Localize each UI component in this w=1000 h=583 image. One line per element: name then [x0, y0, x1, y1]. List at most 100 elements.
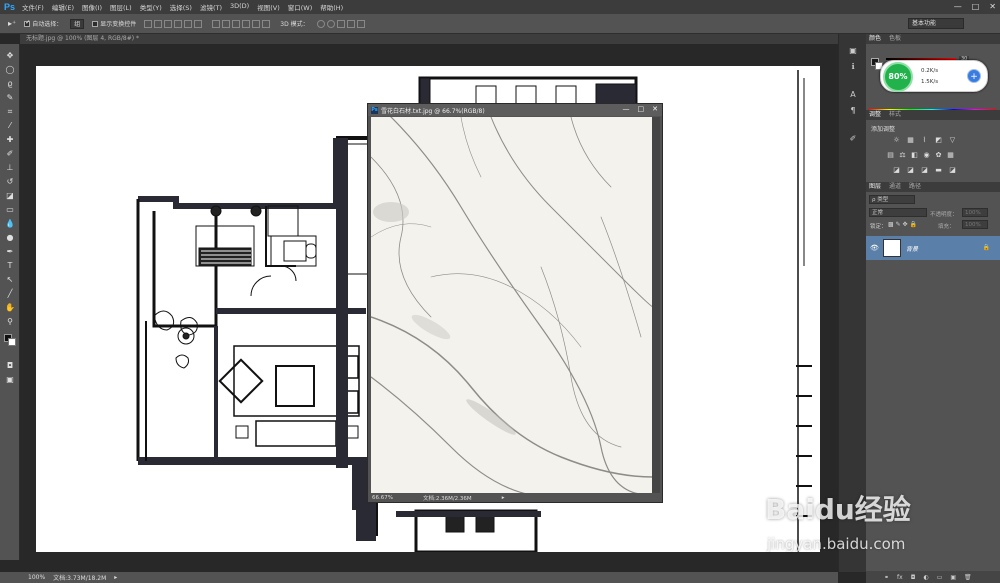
distribute-icon[interactable] [212, 19, 221, 28]
menu-window[interactable]: 窗口(W) [288, 2, 313, 12]
history-icon[interactable]: ▣ [847, 46, 859, 57]
distribute-icon[interactable] [262, 19, 271, 28]
character-icon[interactable]: A [847, 90, 859, 101]
line-tool-icon[interactable]: ╱ [4, 288, 16, 299]
quick-select-tool-icon[interactable]: ✎ [4, 92, 16, 103]
adjustment-layer-icon[interactable]: ◐ [923, 574, 928, 581]
eye-icon[interactable]: 👁 [870, 244, 879, 252]
paragraph-icon[interactable]: ¶ [847, 106, 859, 117]
threshold-icon[interactable]: ◪ [920, 166, 929, 174]
opacity-input[interactable]: 100% [962, 208, 988, 217]
eraser-tool-icon[interactable]: ◪ [4, 190, 16, 201]
play-arrow-icon[interactable]: ▸ [502, 495, 505, 501]
close-button[interactable]: ✕ [989, 2, 996, 11]
pen-tool-icon[interactable]: ✒ [4, 246, 16, 257]
menu-layer[interactable]: 图层(L) [110, 2, 132, 12]
lookup-icon[interactable]: ▦ [946, 151, 955, 159]
levels-icon[interactable]: ▦ [906, 136, 915, 144]
lasso-tool-icon[interactable]: ϱ [4, 78, 16, 89]
menu-file[interactable]: 文件(F) [22, 2, 44, 12]
vibrance-icon[interactable]: ▽ [948, 136, 957, 144]
brightness-icon[interactable]: ☼ [892, 136, 901, 144]
hand-tool-icon[interactable]: ✋ [4, 302, 16, 313]
exposure-icon[interactable]: ◩ [934, 136, 943, 144]
path-select-icon[interactable]: ↖ [4, 274, 16, 285]
float-maximize-button[interactable]: □ [638, 105, 645, 113]
selective-color-icon[interactable]: ◪ [948, 166, 957, 174]
status-arrow-icon[interactable]: ▸ [114, 574, 117, 581]
align-right-icon[interactable] [194, 19, 203, 28]
document-tab[interactable]: 无标题.jpg @ 100% (图层 4, RGB/8#) * [26, 34, 139, 44]
blur-tool-icon[interactable]: 💧 [4, 218, 16, 229]
network-percent[interactable]: 80% [883, 62, 913, 92]
color-swatches-icon[interactable] [4, 334, 16, 346]
eyedropper-tool-icon[interactable]: ⁄ [4, 120, 16, 131]
plus-icon[interactable]: + [967, 69, 981, 83]
history-brush-icon[interactable]: ↺ [4, 176, 16, 187]
gradient-tool-icon[interactable]: ▭ [4, 204, 16, 215]
slide-3d-icon[interactable] [346, 19, 355, 28]
healing-brush-icon[interactable]: ✚ [4, 134, 16, 145]
align-left-icon[interactable] [174, 19, 183, 28]
trash-icon[interactable]: 🗑 [964, 574, 972, 581]
stamp-tool-icon[interactable]: ⊥ [4, 162, 16, 173]
distribute-icon[interactable] [222, 19, 231, 28]
brush-preset-icon[interactable]: ✐ [847, 134, 859, 145]
menu-help[interactable]: 帮助(H) [320, 2, 343, 12]
align-vcenter-icon[interactable] [154, 19, 163, 28]
mask-icon[interactable]: ◘ [911, 574, 916, 581]
properties-icon[interactable]: ℹ [847, 62, 859, 73]
invert-icon[interactable]: ◪ [892, 166, 901, 174]
scale-3d-icon[interactable] [356, 19, 365, 28]
align-bottom-icon[interactable] [164, 19, 173, 28]
gradient-map-icon[interactable]: ▬ [934, 166, 943, 174]
layer-kind-filter[interactable]: ρ 类型 [869, 195, 915, 204]
float-close-button[interactable]: ✕ [652, 105, 658, 113]
floating-window-scrollbar[interactable] [652, 117, 660, 495]
menu-image[interactable]: 图像(I) [82, 2, 102, 12]
hue-icon[interactable]: ▤ [886, 151, 895, 159]
marquee-tool-icon[interactable]: ◯ [4, 64, 16, 75]
menu-type[interactable]: 类型(Y) [140, 2, 162, 12]
blend-mode-dropdown[interactable]: 正常 [869, 208, 927, 217]
bw-icon[interactable]: ◧ [910, 151, 919, 159]
fx-icon[interactable]: fx [897, 574, 903, 581]
float-minimize-button[interactable]: — [623, 105, 630, 113]
lock-options-icons[interactable]: ▩ ✎ ✥ 🔒 [888, 221, 917, 228]
align-top-icon[interactable] [144, 19, 153, 28]
group-icon[interactable]: ▭ [937, 574, 943, 581]
menu-filter[interactable]: 滤镜(T) [200, 2, 222, 12]
photo-filter-icon[interactable]: ◉ [922, 151, 931, 159]
link-layers-icon[interactable]: ⚭ [884, 574, 889, 581]
screen-mode-icon[interactable]: ▣ [4, 374, 16, 385]
menu-edit[interactable]: 编辑(E) [52, 2, 74, 12]
minimize-button[interactable]: — [954, 2, 962, 11]
rotate-3d-icon[interactable] [316, 19, 325, 28]
move-tool-icon[interactable]: ▸⁺ [8, 19, 16, 28]
floating-document-window[interactable]: Ps 雪花白石材.txt.jpg @ 66.7%(RGB/8) — □ ✕ 66… [367, 103, 663, 503]
workspace-dropdown[interactable]: 基本功能 [908, 18, 964, 29]
floating-window-titlebar[interactable]: Ps 雪花白石材.txt.jpg @ 66.7%(RGB/8) — □ ✕ [368, 104, 662, 116]
curves-icon[interactable]: ⌇ [920, 136, 929, 144]
distribute-icon[interactable] [242, 19, 251, 28]
posterize-icon[interactable]: ◪ [906, 166, 915, 174]
menu-view[interactable]: 视图(V) [257, 2, 280, 12]
zoom-tool-icon[interactable]: ⚲ [4, 316, 16, 327]
tab-swatches[interactable]: 色板 [889, 34, 901, 44]
new-layer-icon[interactable]: ▣ [950, 574, 956, 581]
distribute-icon[interactable] [252, 19, 261, 28]
crop-tool-icon[interactable]: ⌗ [4, 106, 16, 117]
roll-3d-icon[interactable] [326, 19, 335, 28]
balance-icon[interactable]: ⚖ [898, 151, 907, 159]
dodge-tool-icon[interactable]: ● [4, 232, 16, 243]
menu-3d[interactable]: 3D(D) [230, 2, 249, 12]
fill-input[interactable]: 100% [962, 220, 988, 229]
auto-select-dropdown[interactable]: 组 [70, 18, 85, 29]
channel-mixer-icon[interactable]: ✿ [934, 151, 943, 159]
auto-select-checkbox[interactable]: 自动选择： [24, 19, 62, 28]
zoom-value[interactable]: 100% [28, 574, 45, 581]
float-zoom-value[interactable]: 66.67% [372, 495, 393, 501]
quick-mask-icon[interactable]: ◘ [4, 360, 16, 371]
align-hcenter-icon[interactable] [184, 19, 193, 28]
drag-3d-icon[interactable] [336, 19, 345, 28]
